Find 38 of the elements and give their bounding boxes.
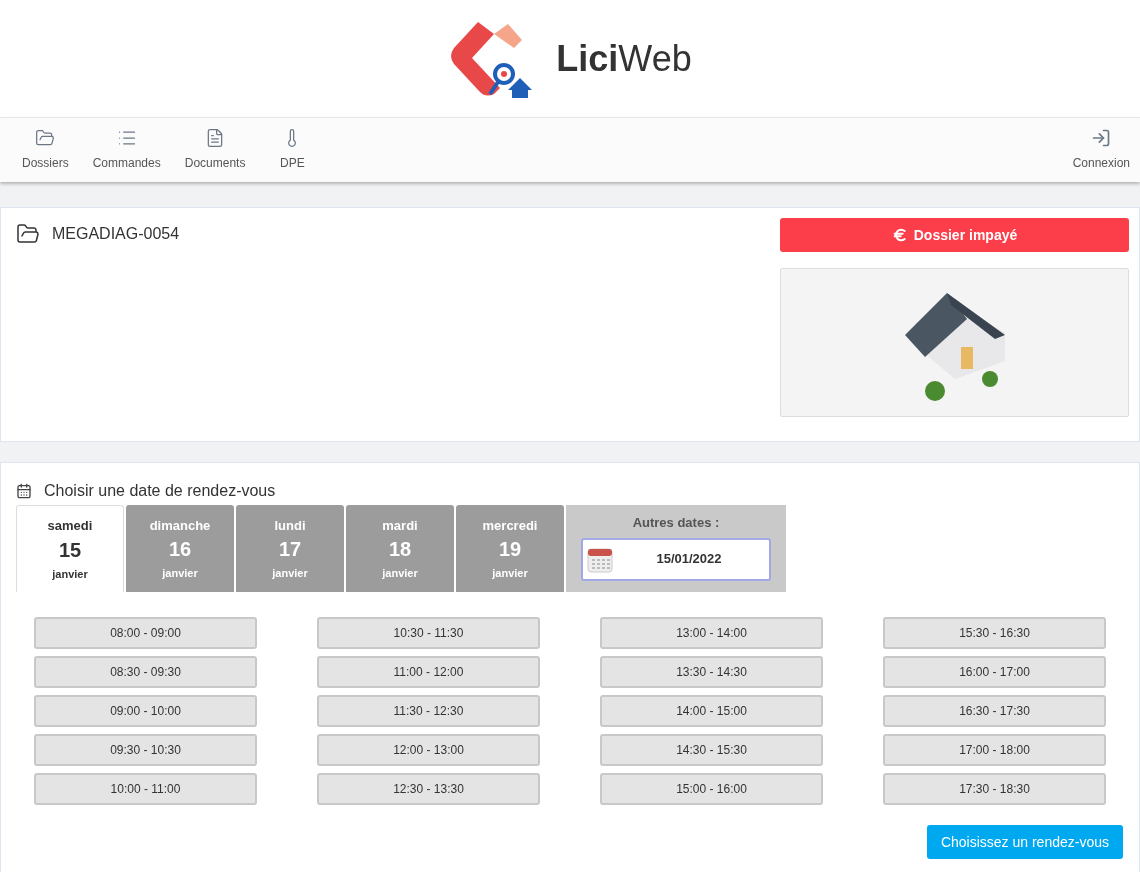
time-slot-button[interactable]: 11:30 - 12:30	[317, 695, 540, 727]
login-icon	[1091, 128, 1112, 148]
dossier-reference: MEGADIAG-0054	[52, 224, 180, 244]
date-tab[interactable]: samedi 15 janvier	[16, 505, 124, 592]
folder-icon	[35, 128, 56, 148]
time-slot-button[interactable]: 12:00 - 13:00	[317, 734, 540, 766]
time-slot-button[interactable]: 10:00 - 11:00	[34, 773, 257, 805]
time-slot-button[interactable]: 09:00 - 10:00	[34, 695, 257, 727]
time-slot-button[interactable]: 11:00 - 12:00	[317, 656, 540, 688]
other-dates-label: Autres dates :	[632, 514, 720, 532]
time-slot-button[interactable]: 16:00 - 17:00	[883, 656, 1106, 688]
calendar-icon	[16, 483, 32, 499]
time-slot-button[interactable]: 12:30 - 13:30	[317, 773, 540, 805]
time-slot-button[interactable]: 08:30 - 09:30	[34, 656, 257, 688]
nav-item[interactable]: Commandes	[80, 128, 173, 172]
time-slot-button[interactable]: 14:30 - 15:30	[600, 734, 823, 766]
time-slot-button[interactable]: 13:00 - 14:00	[600, 617, 823, 649]
euro-icon	[891, 227, 908, 243]
folder-icon	[16, 222, 40, 246]
time-slot-button[interactable]: 09:30 - 10:30	[34, 734, 257, 766]
time-slot-button[interactable]: 16:30 - 17:30	[883, 695, 1106, 727]
unpaid-button[interactable]: Dossier impayé	[780, 218, 1129, 252]
time-slot-button[interactable]: 10:30 - 11:30	[317, 617, 540, 649]
section-title: Choisir une date de rendez-vous	[44, 481, 276, 501]
time-slot-button[interactable]: 15:30 - 16:30	[883, 617, 1106, 649]
brand-name: LiciWeb	[556, 36, 692, 81]
nav-item[interactable]: DPE	[257, 128, 328, 172]
time-slot-button[interactable]: 14:00 - 15:00	[600, 695, 823, 727]
time-slot-button[interactable]: 08:00 - 09:00	[34, 617, 257, 649]
login-link[interactable]: Connexion	[1072, 128, 1130, 172]
date-field[interactable]: 15/01/2022	[581, 537, 771, 581]
nav-item[interactable]: Dossiers	[10, 128, 81, 172]
calendar-icon	[587, 545, 613, 573]
time-slot-button[interactable]: 17:00 - 18:00	[883, 734, 1106, 766]
time-slot-button[interactable]: 17:30 - 18:30	[883, 773, 1106, 805]
time-slot-button[interactable]: 13:30 - 14:30	[600, 656, 823, 688]
nav-item[interactable]: Documents	[172, 128, 258, 172]
time-slot-button[interactable]: 15:00 - 16:00	[600, 773, 823, 805]
